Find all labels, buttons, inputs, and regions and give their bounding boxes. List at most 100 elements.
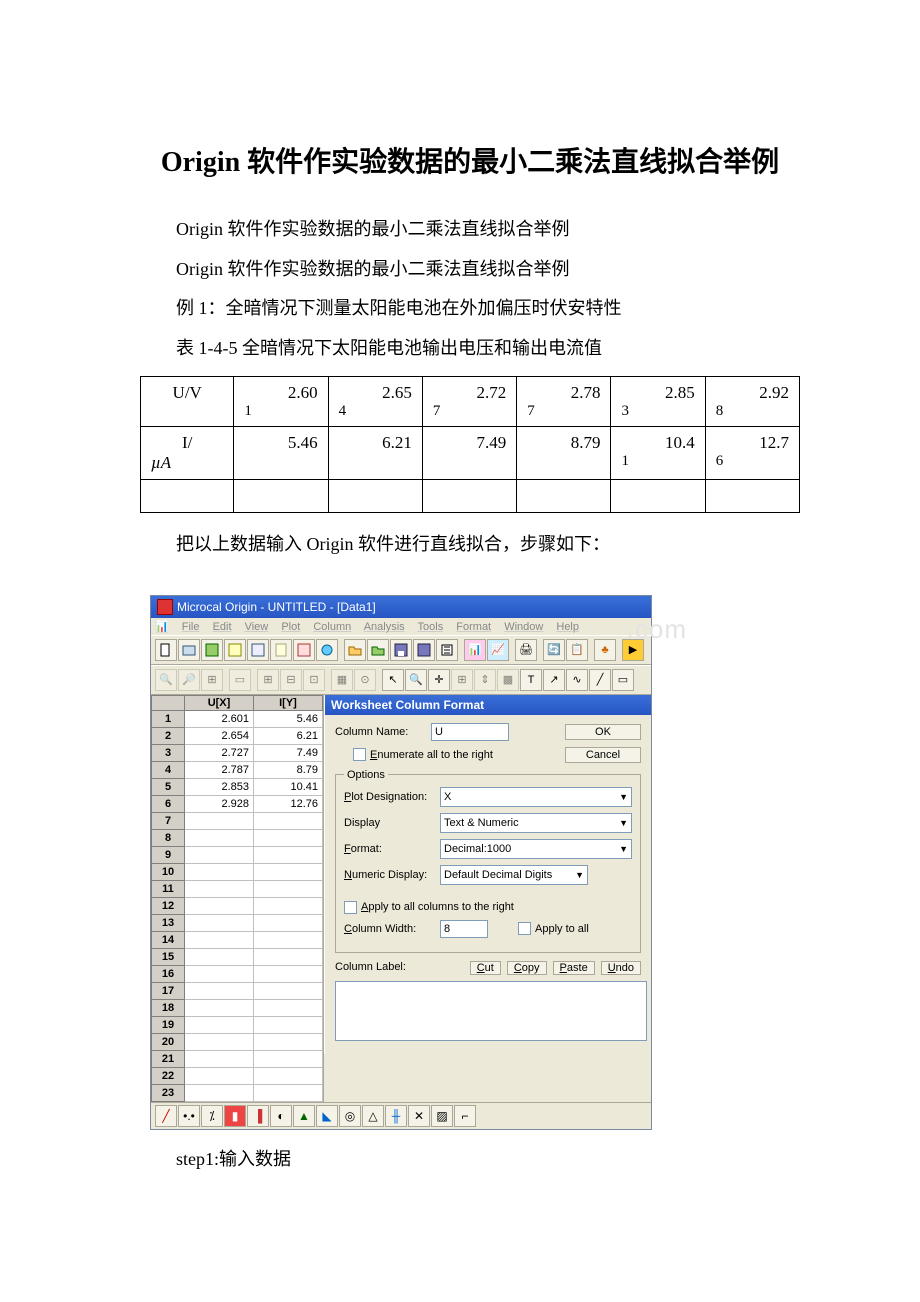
cell-y[interactable] — [254, 965, 323, 982]
ternary-plot-icon[interactable]: △ — [362, 1105, 384, 1127]
enumerate-checkbox[interactable]: Enumerate all to the right — [353, 748, 493, 761]
cell-y[interactable]: 7.49 — [254, 744, 323, 761]
cell-x[interactable] — [185, 829, 254, 846]
ok-button[interactable]: OK — [565, 724, 641, 740]
print-button[interactable]: 🖨 — [515, 639, 537, 661]
cell-y[interactable]: 10.41 — [254, 778, 323, 795]
table-row[interactable]: 12.6015.46 — [152, 710, 323, 727]
plot-designation-select[interactable]: X▼ — [440, 787, 632, 807]
table-row[interactable]: 12 — [152, 897, 323, 914]
table-row[interactable]: 32.7277.49 — [152, 744, 323, 761]
area-plot-icon[interactable]: ▲ — [293, 1105, 315, 1127]
cell-x[interactable] — [185, 880, 254, 897]
template-button[interactable] — [316, 639, 338, 661]
cancel-button[interactable]: Cancel — [565, 747, 641, 763]
open-excel-button[interactable] — [367, 639, 389, 661]
cell-y[interactable] — [254, 897, 323, 914]
column-name-input[interactable] — [431, 723, 509, 741]
col-header-i[interactable]: I[Y] — [254, 695, 323, 710]
cell-y[interactable] — [254, 863, 323, 880]
save-template-button[interactable] — [413, 639, 435, 661]
menu-plot[interactable]: Plot — [281, 621, 300, 633]
table-row[interactable]: 14 — [152, 931, 323, 948]
worksheet[interactable]: U[X] I[Y] 12.6015.4622.6546.2132.7277.49… — [151, 695, 324, 1102]
cell-y[interactable] — [254, 812, 323, 829]
menubar[interactable]: 📊 File Edit View Plot Column Analysis To… — [151, 618, 651, 635]
row-header[interactable]: 5 — [152, 778, 185, 795]
format-select[interactable]: Decimal:1000▼ — [440, 839, 632, 859]
row-header[interactable]: 2 — [152, 727, 185, 744]
cell-y[interactable]: 5.46 — [254, 710, 323, 727]
cell-x[interactable] — [185, 1084, 254, 1101]
menu-analysis[interactable]: Analysis — [364, 621, 405, 633]
hilo-plot-icon[interactable]: ╫ — [385, 1105, 407, 1127]
cell-y[interactable] — [254, 846, 323, 863]
menu-window[interactable]: Window — [504, 621, 543, 633]
paste-button[interactable]: Paste — [553, 961, 595, 975]
row-header[interactable]: 3 — [152, 744, 185, 761]
vector-plot-icon[interactable]: ✕ — [408, 1105, 430, 1127]
table-row[interactable]: 19 — [152, 1016, 323, 1033]
undo-button[interactable]: Undo — [601, 961, 641, 975]
table-row[interactable]: 13 — [152, 914, 323, 931]
table-row[interactable]: 9 — [152, 846, 323, 863]
cell-x[interactable] — [185, 999, 254, 1016]
arrow-tool-icon[interactable]: ↗ — [543, 669, 565, 691]
cell-y[interactable] — [254, 948, 323, 965]
column-label-textarea[interactable] — [335, 981, 647, 1041]
save-button[interactable] — [390, 639, 412, 661]
import-button[interactable] — [436, 639, 458, 661]
row-header[interactable]: 6 — [152, 795, 185, 812]
cell-y[interactable] — [254, 982, 323, 999]
display-select[interactable]: Text & Numeric▼ — [440, 813, 632, 833]
cell-y[interactable] — [254, 1067, 323, 1084]
data-reader-icon[interactable]: ✛ — [428, 669, 450, 691]
copy-button[interactable]: Copy — [507, 961, 547, 975]
refresh-button[interactable]: 🔄 — [543, 639, 565, 661]
menu-view[interactable]: View — [245, 621, 269, 633]
cell-x[interactable]: 2.727 — [185, 744, 254, 761]
row-header[interactable]: 10 — [152, 863, 185, 880]
column-plot-icon[interactable]: ▐ — [247, 1105, 269, 1127]
row-header[interactable]: 12 — [152, 897, 185, 914]
row-header[interactable]: 7 — [152, 812, 185, 829]
new-graph-button[interactable] — [178, 639, 200, 661]
results-button[interactable]: ♣ — [594, 639, 616, 661]
menu-help[interactable]: Help — [556, 621, 579, 633]
table-row[interactable]: 18 — [152, 999, 323, 1016]
table-row[interactable]: 17 — [152, 982, 323, 999]
col-header-u[interactable]: U[X] — [185, 695, 254, 710]
polar-plot-icon[interactable]: ◎ — [339, 1105, 361, 1127]
cell-x[interactable] — [185, 1033, 254, 1050]
cell-x[interactable]: 2.654 — [185, 727, 254, 744]
duplicate-button[interactable]: 📋 — [566, 639, 588, 661]
cell-x[interactable] — [185, 1050, 254, 1067]
cell-y[interactable]: 8.79 — [254, 761, 323, 778]
scatter-plot-icon[interactable]: •.• — [178, 1105, 200, 1127]
cell-y[interactable]: 12.76 — [254, 795, 323, 812]
cut-button[interactable]: Cut — [470, 961, 501, 975]
new-function-button[interactable] — [293, 639, 315, 661]
row-header[interactable]: 14 — [152, 931, 185, 948]
line-tool-icon[interactable]: ╱ — [589, 669, 611, 691]
cell-x[interactable]: 2.601 — [185, 710, 254, 727]
pie-plot-icon[interactable]: ◐ — [270, 1105, 292, 1127]
cell-y[interactable] — [254, 931, 323, 948]
table-row[interactable]: 11 — [152, 880, 323, 897]
cell-x[interactable] — [185, 931, 254, 948]
cell-x[interactable]: 2.787 — [185, 761, 254, 778]
table-row[interactable]: 42.7878.79 — [152, 761, 323, 778]
table-row[interactable]: 16 — [152, 965, 323, 982]
cell-y[interactable] — [254, 999, 323, 1016]
cell-x[interactable] — [185, 948, 254, 965]
toolbar-btn-a[interactable]: 📊 — [464, 639, 486, 661]
template-plot-icon[interactable]: ▨ — [431, 1105, 453, 1127]
row-header[interactable]: 17 — [152, 982, 185, 999]
text-tool-icon[interactable]: T — [520, 669, 542, 691]
more-plot-icon[interactable]: ⌐ — [454, 1105, 476, 1127]
row-header[interactable]: 18 — [152, 999, 185, 1016]
cell-x[interactable] — [185, 1067, 254, 1084]
menu-tools[interactable]: Tools — [418, 621, 444, 633]
bar-plot-icon[interactable]: ▮ — [224, 1105, 246, 1127]
cell-y[interactable] — [254, 1016, 323, 1033]
